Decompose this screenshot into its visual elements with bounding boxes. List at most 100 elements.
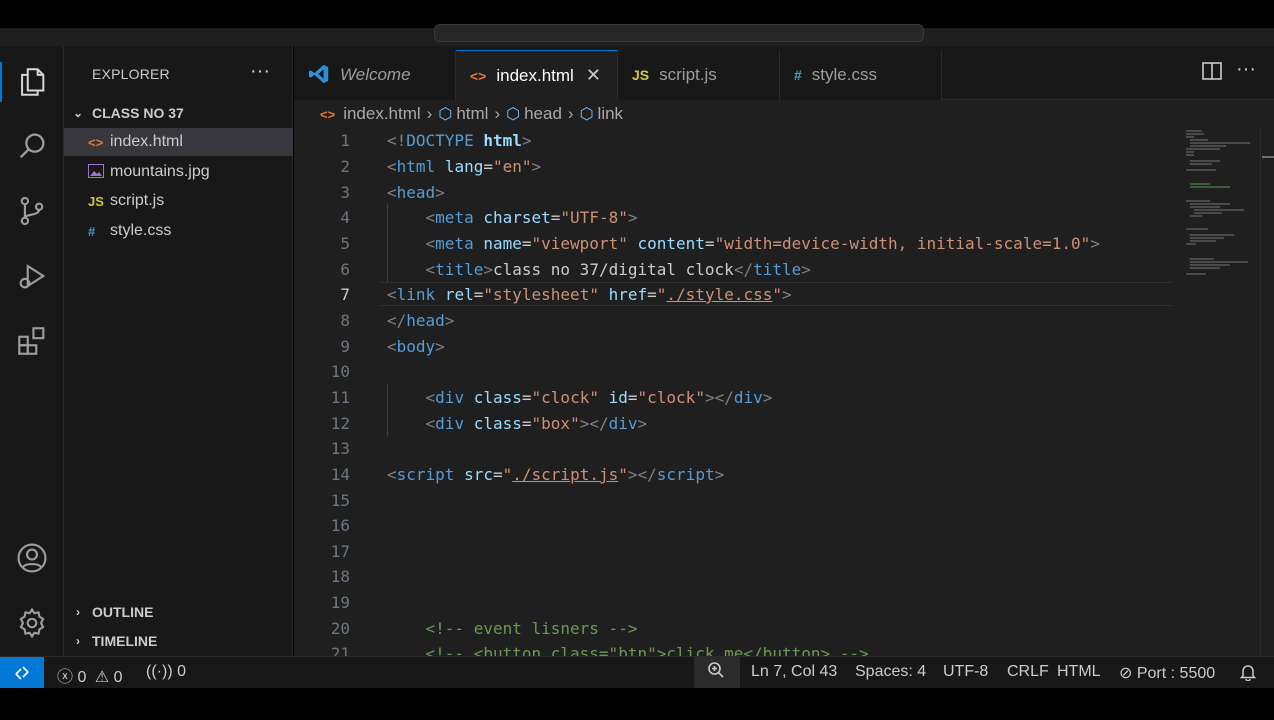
line-number: 18 (330, 567, 350, 586)
line-number-current: 7 (340, 285, 350, 304)
code-token: title (753, 260, 802, 279)
code-token: head (396, 183, 436, 202)
tab-welcome[interactable]: Welcome (294, 50, 456, 100)
ports-count: 0 (177, 663, 186, 680)
outline-section[interactable]: › OUTLINE (64, 599, 293, 625)
vertical-scrollbar[interactable] (1260, 128, 1274, 656)
line-ending[interactable]: CRLF (1007, 663, 1049, 681)
file-item-script-js[interactable]: JS script.js (64, 187, 293, 215)
code-editor[interactable]: 1 2 3 4 5 6 7 8 9 10 11 12 13 14 15 16 1… (294, 128, 1274, 656)
file-name: mountains.jpg (110, 163, 210, 180)
settings-gear-icon[interactable] (0, 597, 64, 649)
tab-script-js[interactable]: JS script.js (618, 50, 780, 100)
code-token: id (608, 388, 628, 407)
line-number: 15 (330, 491, 350, 510)
tab-label: style.css (811, 65, 877, 84)
notifications-bell-icon[interactable] (1239, 663, 1257, 686)
tab-index-html[interactable]: <> index.html ✕ (456, 50, 618, 100)
symbol-icon: ⬡ (438, 106, 453, 123)
timeline-section[interactable]: › TIMELINE (64, 628, 293, 654)
explorer-sidebar: EXPLORER ··· ⌄ CLASS NO 37 <> index.html… (64, 46, 293, 656)
breadcrumb-item[interactable]: head (524, 104, 562, 124)
code-token: " (656, 285, 667, 304)
code-token: rel (444, 285, 474, 304)
file-name: index.html (110, 133, 183, 150)
code-token: "box" (531, 414, 580, 433)
run-debug-icon[interactable] (0, 250, 64, 302)
cursor-position[interactable]: Ln 7, Col 43 (751, 663, 837, 681)
file-name: script.js (110, 192, 165, 209)
code-token: meta (435, 208, 474, 227)
code-token: class (473, 388, 522, 407)
html-file-icon: <> (320, 106, 336, 122)
html-file-icon: <> (88, 134, 104, 150)
extensions-icon[interactable] (0, 315, 64, 367)
line-number: 21 (330, 644, 350, 656)
code-token: html (473, 131, 522, 150)
file-item-style-css[interactable]: # style.css (64, 217, 293, 245)
ports-indicator[interactable]: ((·)) 0 (146, 663, 186, 681)
title-bar (0, 0, 1274, 46)
code-token: head (406, 311, 445, 330)
code-token: div (608, 414, 638, 433)
line-number: 6 (340, 260, 350, 279)
code-line: <title>class no 37/digital clock</title> (425, 260, 811, 279)
html-file-icon: <> (470, 67, 487, 84)
breadcrumb-item[interactable]: link (598, 104, 624, 124)
command-center[interactable] (434, 24, 924, 42)
split-editor-icon[interactable] (1202, 62, 1222, 85)
code-token: "clock" (637, 388, 705, 407)
line-number: 5 (340, 234, 350, 253)
line-number: 10 (330, 362, 350, 381)
account-icon[interactable] (0, 532, 64, 584)
breadcrumb-item[interactable]: index.html (343, 104, 420, 124)
close-icon[interactable]: ✕ (586, 65, 601, 86)
code-line: <!-- event lisners --> (387, 619, 638, 638)
code-token: " (772, 285, 783, 304)
chevron-right-icon: › (76, 605, 80, 619)
file-name: style.css (110, 222, 172, 239)
code-token: " (502, 465, 513, 484)
folder-header[interactable]: ⌄ CLASS NO 37 (64, 100, 293, 126)
code-comment: <!-- event lisners --> (425, 619, 638, 638)
breadcrumb-item[interactable]: html (456, 104, 488, 124)
code-token: name (483, 234, 522, 253)
error-count: 0 (77, 669, 87, 686)
zoom-icon[interactable] (707, 661, 725, 684)
code-line: <div class="clock" id="clock"></div> (425, 388, 773, 407)
live-server-port[interactable]: ⊘ Port : 5500 (1119, 663, 1215, 683)
code-token: class (473, 414, 522, 433)
problems-indicator[interactable]: ⓧ 0 ⚠ 0 (57, 663, 123, 687)
code-line: <head> (387, 183, 445, 202)
scrollbar-thumb[interactable] (1262, 156, 1274, 158)
block-icon: ⊘ (1119, 665, 1133, 682)
remote-icon[interactable] (0, 657, 44, 688)
source-control-icon[interactable] (0, 185, 64, 237)
minimap[interactable] (1174, 128, 1274, 656)
indentation[interactable]: Spaces: 4 (855, 663, 926, 681)
search-icon[interactable] (0, 120, 64, 172)
file-item-index-html[interactable]: <> index.html (64, 128, 293, 156)
error-icon: ⓧ (57, 669, 74, 686)
code-token: div (435, 414, 465, 433)
code-link[interactable]: ./script.js (512, 465, 618, 484)
explorer-title: EXPLORER (92, 66, 170, 82)
code-token: " (618, 465, 628, 484)
encoding[interactable]: UTF-8 (943, 663, 988, 681)
code-token: div (435, 388, 465, 407)
symbol-icon: ⬡ (579, 106, 594, 123)
more-actions-icon[interactable]: ··· (1236, 58, 1256, 81)
tab-style-css[interactable]: # style.css (780, 50, 942, 100)
css-file-icon: # (88, 223, 96, 239)
code-token: class no 37/digital clock (492, 260, 734, 279)
code-line: <div class="box"></div> (425, 414, 648, 433)
file-item-mountains-jpg[interactable]: mountains.jpg (64, 158, 293, 186)
line-number: 11 (330, 388, 350, 407)
language-mode[interactable]: HTML (1057, 663, 1101, 681)
line-number: 17 (330, 542, 350, 561)
explorer-more-icon[interactable]: ··· (250, 60, 270, 83)
code-token: <! (387, 131, 407, 150)
explorer-icon[interactable] (0, 56, 64, 108)
code-line: <meta name="viewport" content="width=dev… (425, 234, 1100, 253)
code-link[interactable]: ./style.css (666, 285, 772, 304)
